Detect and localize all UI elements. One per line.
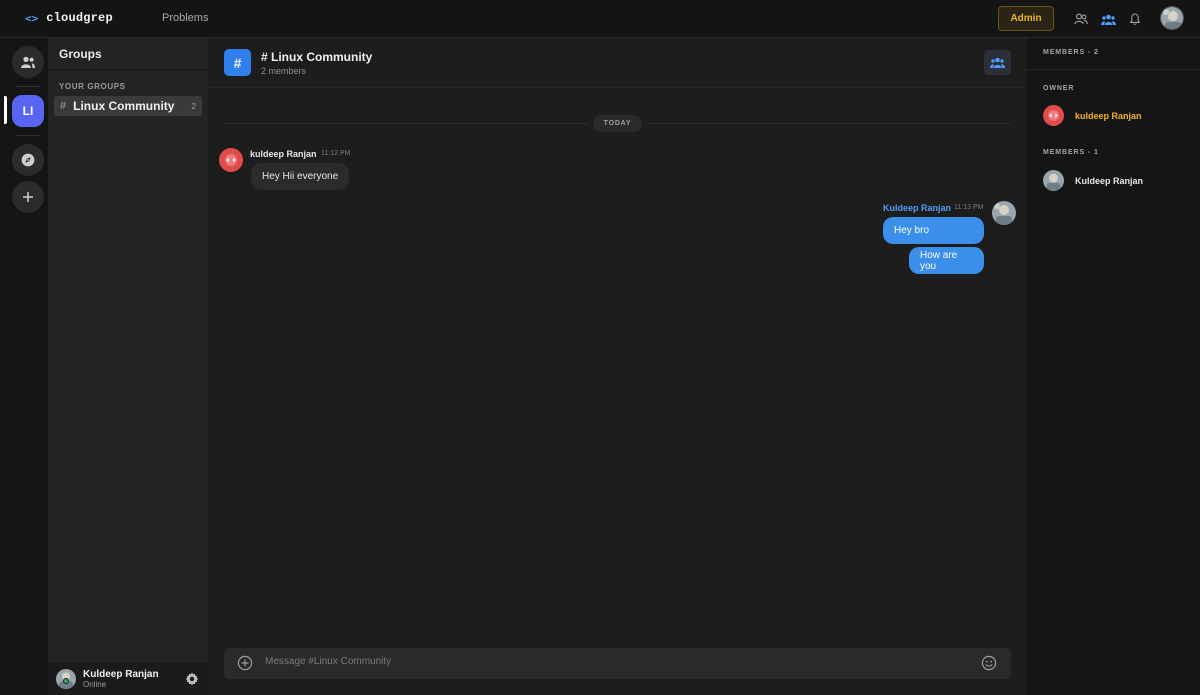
friends-icon[interactable] [1072,10,1090,28]
member-name: kuldeep Ranjan [1075,110,1142,121]
members-toggle-button[interactable] [984,50,1011,75]
day-divider-label: TODAY [593,115,642,132]
create-group-button[interactable] [12,181,44,213]
message-bubble: Hey Hii everyone [251,163,350,190]
nav-problems-link[interactable]: Problems [162,12,208,24]
message-author[interactable]: Kuldeep Ranjan [883,203,951,213]
message-timestamp: 11:12 PM [321,150,351,157]
rail-divider [16,135,40,136]
day-divider-line [646,123,1011,124]
code-icon: <> [25,11,39,25]
message-timestamp: 11:13 PM [954,204,984,211]
server-linux-community[interactable]: LI [12,95,44,127]
day-divider-line [224,123,589,124]
server-rail: LI [0,38,48,695]
direct-messages-button[interactable] [12,46,44,78]
message-author[interactable]: kuldeep Ranjan [250,149,317,159]
channel-title: # Linux Community [261,50,373,64]
admin-button[interactable]: Admin [998,6,1054,31]
channel-member-count: 2 members [261,66,307,76]
bell-icon[interactable] [1126,10,1144,28]
channel-header: # # Linux Community 2 members [208,38,1027,88]
members-header: MEMBERS - 2 [1027,38,1200,70]
hash-icon: # [60,100,67,112]
group-member-count: 2 [191,101,196,111]
message-bubble: How are you [909,247,984,274]
people-icon [21,56,35,68]
explore-button[interactable] [12,144,44,176]
compass-icon [21,153,35,167]
message-input[interactable] [265,656,945,667]
chat-area: # # Linux Community 2 members TODAY kuld… [208,38,1027,695]
message-avatar[interactable] [992,201,1016,225]
message-avatar[interactable] [219,148,243,172]
app-logo[interactable]: <> cloudgrep [25,11,113,25]
members-panel: MEMBERS - 2 OWNER kuldeep Ranjan MEMBERS… [1027,38,1200,695]
member-name: Kuldeep Ranjan [1075,175,1144,186]
groups-panel: Groups YOUR GROUPS # Linux Community 2 K… [48,38,208,695]
rail-divider [16,86,40,87]
online-status-indicator [63,678,69,684]
owner-section-label: OWNER [1043,85,1075,92]
your-groups-label: YOUR GROUPS [59,82,126,91]
profile-avatar[interactable] [1160,6,1184,30]
attach-plus-icon[interactable] [237,655,253,671]
user-panel: Kuldeep Ranjan Online [48,663,208,695]
emoji-icon[interactable] [981,655,997,671]
current-user-status: Online [83,679,107,689]
members-icon [990,57,1005,68]
app-name: cloudgrep [46,11,113,25]
channel-hash-icon: # [224,49,251,76]
top-bar: <> cloudgrep Problems Admin [0,0,1200,38]
settings-gear-icon[interactable] [185,672,199,686]
plus-icon [23,192,33,202]
member-row-owner[interactable]: kuldeep Ranjan [1043,105,1142,126]
member-avatar [1043,170,1064,191]
member-avatar [1043,105,1064,126]
groups-icon[interactable] [1099,10,1117,28]
current-user-name: Kuldeep Ranjan [83,668,159,680]
group-name: Linux Community [73,99,175,113]
group-item-linux-community[interactable]: # Linux Community 2 [54,96,202,116]
members-section-label: MEMBERS - 1 [1043,149,1099,156]
message-bubble: Hey bro [883,217,984,244]
groups-header: Groups [48,38,208,70]
active-indicator [4,96,7,124]
message-composer [224,648,1011,679]
member-row[interactable]: Kuldeep Ranjan [1043,170,1143,191]
